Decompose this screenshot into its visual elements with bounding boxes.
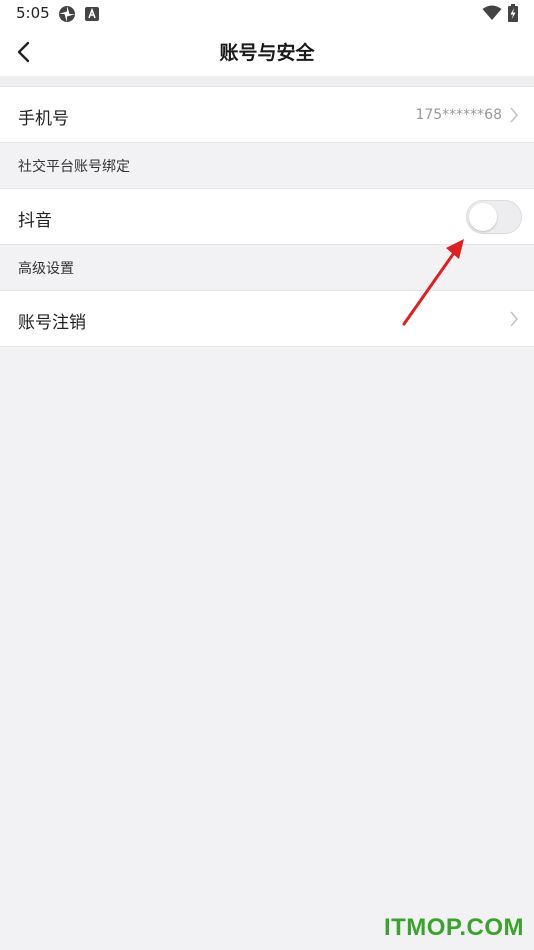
chevron-right-icon bbox=[510, 107, 519, 123]
phone-row[interactable]: 手机号 175******68 bbox=[0, 86, 534, 143]
watermark: ITMOP.COM bbox=[383, 914, 524, 941]
battery-charging-icon bbox=[508, 4, 518, 26]
pinwheel-icon bbox=[58, 5, 76, 27]
status-time: 5:05 bbox=[16, 4, 50, 22]
status-bar: 5:05 bbox=[0, 0, 534, 26]
a-box-icon bbox=[85, 6, 99, 25]
red-arrow-annotation bbox=[402, 239, 464, 326]
phone-label: 手机号 bbox=[18, 109, 69, 129]
wifi-icon bbox=[482, 5, 502, 25]
deactivate-label: 账号注销 bbox=[18, 313, 86, 333]
douyin-label: 抖音 bbox=[18, 211, 52, 231]
douyin-toggle[interactable] bbox=[466, 200, 522, 234]
chevron-right-icon bbox=[510, 311, 519, 327]
toggle-knob bbox=[469, 203, 497, 231]
social-bind-header: 社交平台账号绑定 bbox=[18, 159, 130, 175]
advanced-settings-header: 高级设置 bbox=[18, 261, 74, 277]
nav-bar: 账号与安全 bbox=[0, 26, 534, 76]
top-divider bbox=[0, 76, 534, 86]
page-title: 账号与安全 bbox=[219, 42, 315, 64]
phone-value: 175******68 bbox=[415, 107, 502, 123]
